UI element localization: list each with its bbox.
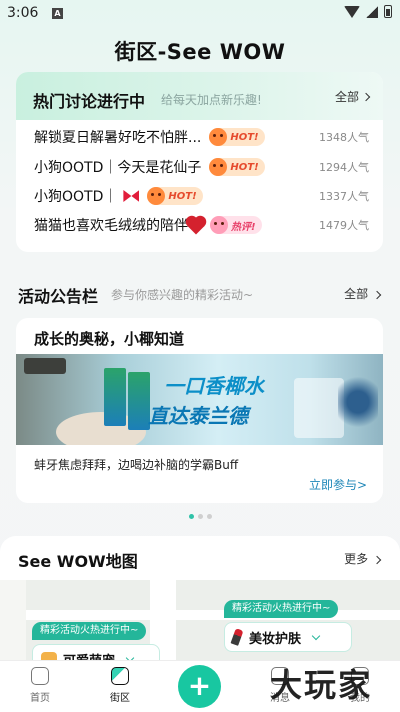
activity-banner-image[interactable]: 一口香椰水 直达泰兰德 xyxy=(16,354,383,445)
activity-subtitle: 参与你感兴趣的精彩活动~ xyxy=(111,288,254,302)
hot-item-text: 解锁夏日解暑好吃不怕胖... xyxy=(34,130,202,146)
hot-discussion-header: 热门讨论进行中 给每天加点新乐趣! 全部 xyxy=(16,72,383,120)
watermark-logo: 大玩家 xyxy=(270,666,373,704)
hot-item-text: 猫猫也喜欢毛绒绒的陪伴 xyxy=(34,218,188,234)
map-pin-tag: 精彩活动火热进行中~ xyxy=(32,622,147,640)
hot-item-text: 小狗OOTD｜ xyxy=(34,189,118,205)
hot-badge: HOT! xyxy=(209,158,265,176)
status-icons xyxy=(344,5,392,18)
hot-badge-label: 热评! xyxy=(231,221,256,233)
heart-icon xyxy=(187,217,205,235)
page-title: 街区-See WOW xyxy=(114,40,286,64)
map-road xyxy=(0,610,400,620)
battery-icon xyxy=(384,5,392,18)
water-glass-image xyxy=(294,378,344,438)
status-bar: 3:06 A xyxy=(0,0,400,28)
hot-discussion-card: 热门讨论进行中 给每天加点新乐趣! 全部 解锁夏日解暑好吃不怕胖... HOT!… xyxy=(16,72,383,252)
carousel-dot[interactable] xyxy=(206,514,212,519)
notification-icon: A xyxy=(52,8,63,19)
hot-discussion-title: 热门讨论进行中 xyxy=(33,92,146,111)
hot-item-text: 小狗OOTD｜今天是花仙子 xyxy=(34,160,202,176)
activity-description: 蚌牙焦虑拜拜，边喝边补脑的学霸Buff xyxy=(34,458,239,472)
wifi-icon xyxy=(344,5,360,18)
create-post-button[interactable]: + xyxy=(178,665,221,708)
join-now-link[interactable]: 立即参与> xyxy=(309,476,367,493)
hot-all-link[interactable]: 全部 xyxy=(334,88,371,105)
hot-item-count: 1337人气 xyxy=(319,190,369,203)
chevron-right-icon xyxy=(361,92,371,101)
activity-all-link[interactable]: 全部 xyxy=(344,285,382,302)
hot-badge-label: HOT! xyxy=(230,161,259,173)
map-pin-tag: 精彩活动火热进行中~ xyxy=(224,600,339,618)
chevron-right-icon xyxy=(372,555,382,565)
hot-item[interactable]: 解锁夏日解暑好吃不怕胖... HOT! 1348人气 xyxy=(34,125,369,149)
drink-carton-image xyxy=(128,372,150,430)
tab-label: 街区 xyxy=(110,693,130,704)
bow-icon xyxy=(123,190,139,202)
plant-image xyxy=(338,372,378,432)
activity-all-label: 全部 xyxy=(344,287,369,301)
hot-discussion-subtitle: 给每天加点新乐趣! xyxy=(161,93,262,107)
banner-slogan-line2: 直达泰兰德 xyxy=(148,404,248,428)
chevron-right-icon xyxy=(372,290,382,300)
drink-carton-image xyxy=(104,368,126,426)
signal-icon xyxy=(366,5,378,18)
street-icon xyxy=(111,667,129,685)
angry-face-icon xyxy=(209,158,228,176)
angry-face-icon xyxy=(209,128,228,146)
activity-card-title: 成长的奥秘，小椰知道 xyxy=(34,330,185,348)
hot-item-count: 1294人气 xyxy=(319,161,369,174)
map-pin-label: 美妆护肤 xyxy=(249,631,302,647)
hot-all-label: 全部 xyxy=(334,90,359,104)
status-time: 3:06 xyxy=(7,5,39,21)
home-icon xyxy=(31,667,49,685)
hot-badge: HOT! xyxy=(209,128,265,146)
hot-badge-label: HOT! xyxy=(168,190,197,202)
map-title: See WOW地图 xyxy=(18,552,138,571)
hot-item[interactable]: 小狗OOTD｜ HOT! 1337人气 xyxy=(34,184,369,208)
hot-item-count: 1348人气 xyxy=(319,131,369,144)
blush-face-icon xyxy=(210,216,228,234)
map-more-link[interactable]: 更多 xyxy=(344,550,382,567)
banner-slogan-line1: 一口香椰水 xyxy=(164,374,264,398)
chevron-down-icon xyxy=(311,631,321,640)
hot-badge: HOT! xyxy=(147,187,203,205)
hot-item[interactable]: 小狗OOTD｜今天是花仙子 HOT! 1294人气 xyxy=(34,155,369,179)
map-pin-beauty[interactable]: 美妆护肤 xyxy=(224,622,352,652)
carousel-dot[interactable] xyxy=(188,514,194,519)
tab-street[interactable]: 街区 xyxy=(95,667,145,704)
carousel-dot[interactable] xyxy=(197,514,203,519)
tab-home[interactable]: 首页 xyxy=(15,667,65,704)
carousel-indicator xyxy=(0,514,400,519)
hot-item-count: 1479人气 xyxy=(319,219,369,232)
activity-title: 活动公告栏 xyxy=(18,287,99,306)
hot-badge: 热评! xyxy=(210,216,262,234)
map-more-label: 更多 xyxy=(344,552,369,566)
activity-header: 活动公告栏 参与你感兴趣的精彩活动~ 全部 xyxy=(18,283,382,307)
hot-badge-label: HOT! xyxy=(230,131,259,143)
lipstick-icon xyxy=(230,628,244,646)
angry-face-icon xyxy=(147,187,166,205)
hot-item[interactable]: 猫猫也喜欢毛绒绒的陪伴 热评! 1479人气 xyxy=(34,213,369,237)
brand-logo xyxy=(24,358,66,374)
activity-card[interactable]: 成长的奥秘，小椰知道 一口香椰水 直达泰兰德 蚌牙焦虑拜拜，边喝边补脑的学霸Bu… xyxy=(16,318,383,503)
tab-label: 首页 xyxy=(30,693,50,704)
